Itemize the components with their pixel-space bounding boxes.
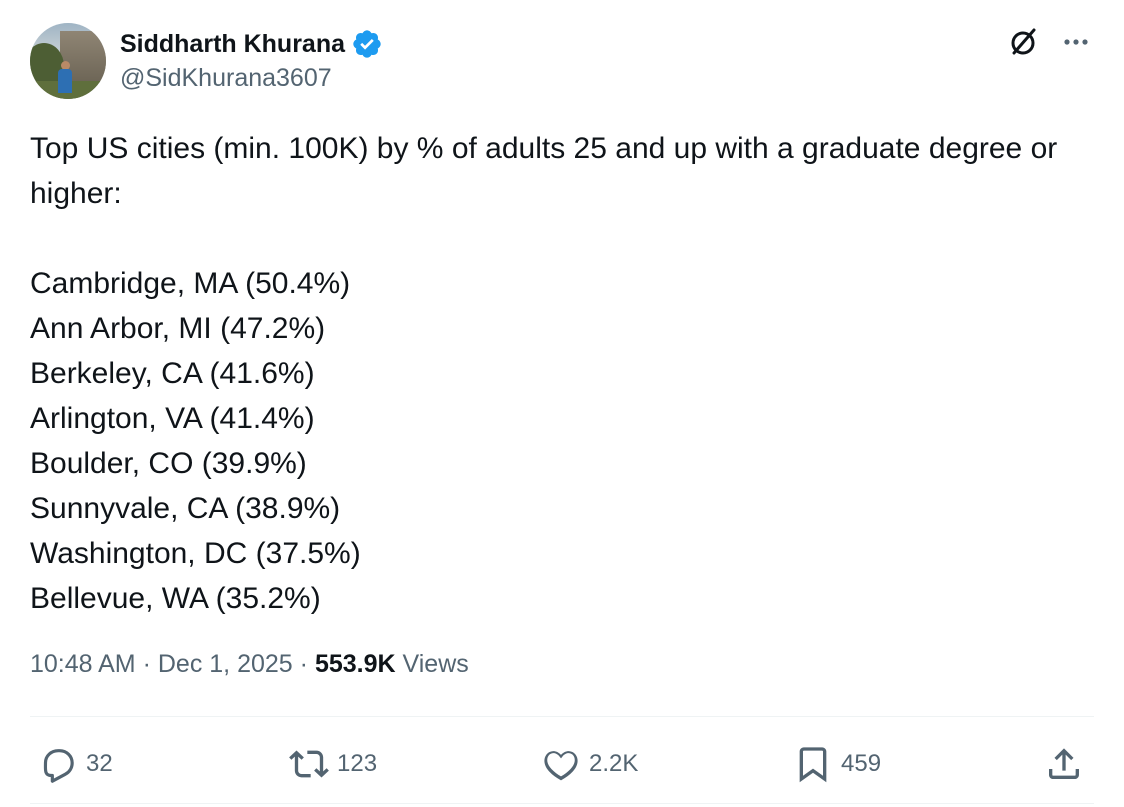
city-line: Berkeley, CA (41.6%) [30, 357, 315, 390]
bookmark-count: 459 [841, 750, 882, 777]
share-button[interactable] [1044, 736, 1084, 792]
reply-icon [43, 749, 74, 783]
views-count: 553.9K [314, 650, 396, 678]
verified-badge-icon [353, 30, 381, 58]
repost-button[interactable]: 123 [289, 736, 377, 792]
like-count: 2.2K [589, 750, 639, 777]
avatar[interactable] [30, 23, 106, 99]
author-handle[interactable]: @SidKhurana3607 [120, 64, 332, 93]
bookmark-button[interactable]: 459 [793, 736, 881, 792]
meta-separator: · [142, 650, 151, 678]
tweet-meta: 10:48 AM · Dec 1, 2025 · 553.9K Views [30, 650, 469, 679]
share-icon [1049, 748, 1079, 779]
city-line: Boulder, CO (39.9%) [30, 447, 307, 480]
more-icon[interactable] [1058, 24, 1094, 60]
city-line: Ann Arbor, MI (47.2%) [30, 312, 326, 345]
repost-count: 123 [337, 750, 378, 777]
repost-icon [289, 750, 329, 778]
meta-separator: · [299, 650, 308, 678]
like-icon [544, 751, 578, 781]
divider [30, 803, 1094, 804]
tweet-time[interactable]: 10:48 AM [30, 650, 136, 678]
divider [30, 716, 1094, 717]
views-label: Views [402, 650, 469, 678]
author-display-name[interactable]: Siddharth Khurana [120, 30, 345, 59]
bookmark-icon [799, 747, 827, 783]
grok-icon[interactable] [1005, 24, 1041, 60]
city-line: Washington, DC (37.5%) [30, 537, 361, 570]
tweet-card: Siddharth Khurana @SidKhurana3607 Top US… [0, 0, 1124, 807]
city-line: Arlington, VA (41.4%) [30, 402, 315, 435]
city-line: Bellevue, WA (35.2%) [30, 582, 321, 615]
tweet-intro-text: Top US cities (min. 100K) by % of adults… [30, 132, 1058, 210]
tweet-body: Top US cities (min. 100K) by % of adults… [30, 126, 1100, 621]
city-line: Sunnyvale, CA (38.9%) [30, 492, 341, 525]
avatar-person-body [58, 69, 72, 93]
tweet-date[interactable]: Dec 1, 2025 [158, 650, 293, 678]
author-name-row: Siddharth Khurana [120, 28, 383, 60]
city-line: Cambridge, MA (50.4%) [30, 267, 351, 300]
tweet-actions-bar: 32 123 2.2K 459 [0, 736, 1124, 792]
reply-button[interactable]: 32 [38, 736, 113, 792]
like-button[interactable]: 2.2K [541, 736, 638, 792]
reply-count: 32 [86, 750, 113, 777]
